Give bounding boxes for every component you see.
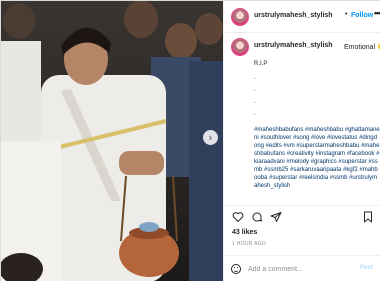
likes-count[interactable]: 43 likes — [232, 229, 257, 236]
instagram-post: › urstrulymahesh_stylish • Follow ••• ur… — [0, 0, 380, 281]
comment-bubble-icon[interactable] — [251, 211, 263, 223]
caption-avatar-icon[interactable] — [231, 38, 249, 56]
post-side-panel: urstrulymahesh_stylish • Follow ••• urst… — [223, 1, 380, 281]
caption-line: . — [254, 99, 256, 105]
post-actions — [224, 205, 380, 225]
post-caption: urstrulymahesh_stylish Emotional R.I.P .… — [224, 33, 380, 205]
caption-hashtags[interactable]: #maheshbabufans #maheshbabu #ghattamanen… — [254, 126, 380, 190]
hashtags-text[interactable]: #maheshbabufans #maheshbabu #ghattamanen… — [254, 127, 380, 181]
post-timestamp[interactable]: 1 HOUR AGO — [232, 241, 266, 247]
caption-text: Emotional — [344, 42, 380, 51]
header-username-link[interactable]: urstrulymahesh_stylish — [254, 12, 333, 19]
comment-bar: Post — [224, 255, 380, 281]
post-comment-button[interactable]: Post — [360, 265, 373, 271]
follow-button[interactable]: Follow — [351, 12, 373, 19]
heart-icon[interactable] — [232, 211, 244, 223]
post-header: urstrulymahesh_stylish • Follow ••• — [224, 1, 380, 33]
post-photo-image — [1, 1, 223, 281]
caption-line: . — [254, 87, 256, 93]
caption-username-link[interactable]: urstrulymahesh_stylish — [254, 42, 333, 49]
more-options-icon[interactable]: ••• — [374, 8, 380, 18]
header-separator: • — [345, 11, 348, 18]
post-photo[interactable]: › — [1, 1, 223, 281]
next-photo-button[interactable]: › — [203, 130, 218, 145]
comment-input[interactable] — [248, 263, 348, 275]
paper-plane-icon[interactable] — [270, 211, 282, 223]
avatar-icon[interactable] — [231, 8, 249, 26]
bookmark-icon[interactable] — [362, 211, 374, 223]
caption-line: R.I.P — [254, 61, 268, 67]
caption-line: . — [254, 111, 256, 117]
caption-text-label: Emotional — [344, 44, 376, 51]
smiley-icon[interactable] — [231, 264, 241, 274]
caption-line: . — [254, 75, 256, 81]
